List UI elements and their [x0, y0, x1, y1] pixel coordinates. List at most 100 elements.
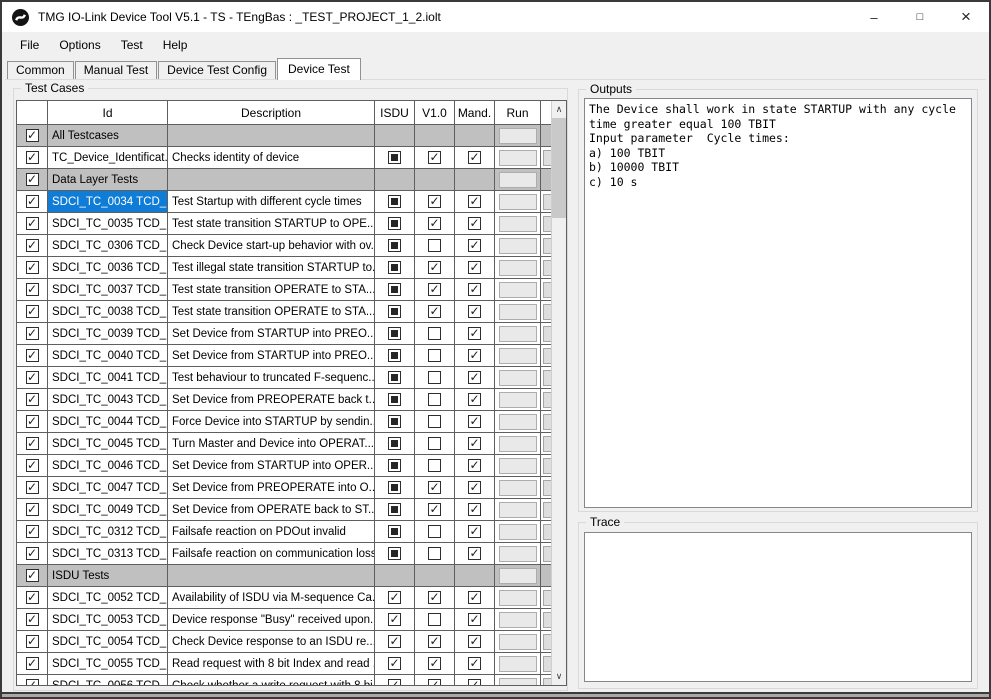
mand-checkbox[interactable]: [468, 525, 481, 538]
table-row[interactable]: SDCI_TC_0043 TCD_...Set Device from PREO…: [17, 389, 553, 411]
run-button[interactable]: [499, 326, 537, 342]
v10-checkbox[interactable]: [428, 459, 441, 472]
mand-checkbox[interactable]: [468, 459, 481, 472]
v10-checkbox[interactable]: [428, 525, 441, 538]
mand-checkbox[interactable]: [468, 437, 481, 450]
row-checkbox[interactable]: [26, 371, 39, 384]
minimize-icon[interactable]: –: [851, 2, 897, 32]
mand-checkbox[interactable]: [468, 151, 481, 164]
menu-item-help[interactable]: Help: [153, 34, 198, 56]
isdu-checkbox[interactable]: [388, 217, 401, 230]
run-button[interactable]: [499, 194, 537, 210]
run-button[interactable]: [499, 238, 537, 254]
v10-checkbox[interactable]: [428, 217, 441, 230]
mand-checkbox[interactable]: [468, 415, 481, 428]
header-run[interactable]: Run: [495, 101, 541, 124]
row-checkbox[interactable]: [26, 569, 39, 582]
close-icon[interactable]: ×: [943, 2, 989, 32]
v10-checkbox[interactable]: [428, 591, 441, 604]
table-row[interactable]: SDCI_TC_0040 TCD_...Set Device from STAR…: [17, 345, 553, 367]
mand-checkbox[interactable]: [468, 305, 481, 318]
header-isdu[interactable]: ISDU: [375, 101, 415, 124]
table-row[interactable]: SDCI_TC_0038 TCD_...Test state transitio…: [17, 301, 553, 323]
row-checkbox[interactable]: [26, 195, 39, 208]
v10-checkbox[interactable]: [428, 415, 441, 428]
row-checkbox[interactable]: [26, 547, 39, 560]
mand-checkbox[interactable]: [468, 393, 481, 406]
table-row[interactable]: All Testcases: [17, 125, 553, 147]
scroll-up-icon[interactable]: ∧: [552, 101, 566, 118]
run-button[interactable]: [499, 150, 537, 166]
table-row[interactable]: ISDU Tests: [17, 565, 553, 587]
mand-checkbox[interactable]: [468, 349, 481, 362]
header-v10[interactable]: V1.0: [415, 101, 455, 124]
v10-checkbox[interactable]: [428, 481, 441, 494]
mand-checkbox[interactable]: [468, 481, 481, 494]
row-checkbox[interactable]: [26, 305, 39, 318]
isdu-checkbox[interactable]: [388, 371, 401, 384]
tab-device-test-config[interactable]: Device Test Config: [158, 61, 276, 79]
row-checkbox[interactable]: [26, 437, 39, 450]
run-button[interactable]: [499, 172, 537, 188]
table-row[interactable]: SDCI_TC_0045 TCD_...Turn Master and Devi…: [17, 433, 553, 455]
run-button[interactable]: [499, 590, 537, 606]
row-checkbox[interactable]: [26, 129, 39, 142]
run-button[interactable]: [499, 524, 537, 540]
mand-checkbox[interactable]: [468, 327, 481, 340]
run-button[interactable]: [499, 546, 537, 562]
v10-checkbox[interactable]: [428, 547, 441, 560]
run-button[interactable]: [499, 458, 537, 474]
tab-device-test[interactable]: Device Test: [277, 58, 361, 80]
v10-checkbox[interactable]: [428, 151, 441, 164]
row-checkbox[interactable]: [26, 261, 39, 274]
table-row[interactable]: SDCI_TC_0053 TCD_...Device response "Bus…: [17, 609, 553, 631]
table-row[interactable]: SDCI_TC_0034 TCD_...Test Startup with di…: [17, 191, 553, 213]
row-checkbox[interactable]: [26, 679, 39, 686]
row-checkbox[interactable]: [26, 349, 39, 362]
run-button[interactable]: [499, 502, 537, 518]
tab-common[interactable]: Common: [7, 61, 74, 79]
isdu-checkbox[interactable]: [388, 283, 401, 296]
run-button[interactable]: [499, 414, 537, 430]
run-button[interactable]: [499, 678, 537, 687]
row-checkbox[interactable]: [26, 591, 39, 604]
v10-checkbox[interactable]: [428, 635, 441, 648]
isdu-checkbox[interactable]: [388, 437, 401, 450]
v10-checkbox[interactable]: [428, 195, 441, 208]
run-button[interactable]: [499, 282, 537, 298]
v10-checkbox[interactable]: [428, 349, 441, 362]
scrollbar-thumb[interactable]: [552, 118, 566, 218]
table-row[interactable]: TC_Device_Identificat...Checks identity …: [17, 147, 553, 169]
run-button[interactable]: [499, 612, 537, 628]
table-row[interactable]: SDCI_TC_0306 TCD_...Check Device start-u…: [17, 235, 553, 257]
v10-checkbox[interactable]: [428, 393, 441, 406]
isdu-checkbox[interactable]: [388, 459, 401, 472]
v10-checkbox[interactable]: [428, 305, 441, 318]
table-row[interactable]: SDCI_TC_0044 TCD_...Force Device into ST…: [17, 411, 553, 433]
row-checkbox[interactable]: [26, 635, 39, 648]
isdu-checkbox[interactable]: [388, 613, 401, 626]
table-row[interactable]: SDCI_TC_0052 TCD_...Availability of ISDU…: [17, 587, 553, 609]
mand-checkbox[interactable]: [468, 217, 481, 230]
isdu-checkbox[interactable]: [388, 305, 401, 318]
run-button[interactable]: [499, 260, 537, 276]
run-button[interactable]: [499, 348, 537, 364]
v10-checkbox[interactable]: [428, 657, 441, 670]
header-id[interactable]: Id: [48, 101, 168, 124]
run-button[interactable]: [499, 304, 537, 320]
table-row[interactable]: SDCI_TC_0312 TCD_...Failsafe reaction on…: [17, 521, 553, 543]
mand-checkbox[interactable]: [468, 239, 481, 252]
row-checkbox[interactable]: [26, 481, 39, 494]
run-button[interactable]: [499, 370, 537, 386]
mand-checkbox[interactable]: [468, 657, 481, 670]
menu-item-file[interactable]: File: [10, 34, 49, 56]
outputs-textbox[interactable]: The Device shall work in state STARTUP w…: [584, 98, 972, 508]
row-checkbox[interactable]: [26, 327, 39, 340]
run-button[interactable]: [499, 634, 537, 650]
v10-checkbox[interactable]: [428, 503, 441, 516]
run-button[interactable]: [499, 392, 537, 408]
v10-checkbox[interactable]: [428, 327, 441, 340]
run-button[interactable]: [499, 656, 537, 672]
menu-item-test[interactable]: Test: [111, 34, 153, 56]
mand-checkbox[interactable]: [468, 613, 481, 626]
